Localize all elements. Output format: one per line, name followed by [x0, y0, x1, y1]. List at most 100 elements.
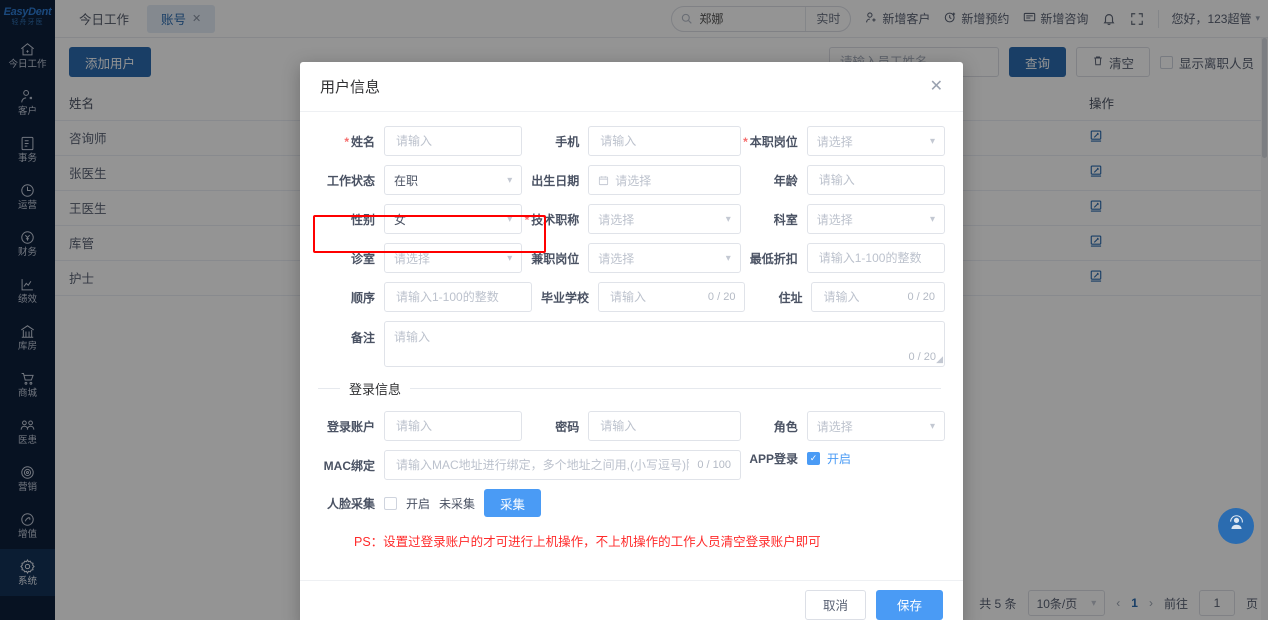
form-row-3: 性别 女 ▾ * 技术职称 请选择 ▾ 科室 请选择 ▾ [318, 204, 945, 234]
work-status-select[interactable]: 在职 ▾ [384, 165, 523, 195]
calendar-icon [598, 175, 609, 186]
field-phone-label: 手机 [555, 134, 580, 149]
cancel-button[interactable]: 取消 [804, 589, 866, 620]
phone-input[interactable] [598, 127, 731, 155]
field-role-label: 角色 [773, 419, 798, 434]
form-row-4: 诊室 请选择 ▾ 兼职岗位 请选择 ▾ 最低折扣 [318, 243, 945, 273]
chevron-down-icon: ▾ [725, 252, 731, 264]
section-line-right [410, 388, 941, 389]
address-counter: 0 / 20 [907, 291, 935, 303]
field-school-label: 毕业学校 [540, 290, 589, 305]
login-account-input-wrap[interactable] [384, 411, 523, 441]
field-part-post: 兼职岗位 请选择 ▾ [522, 243, 741, 273]
field-role: 角色 请选择 ▾ [741, 411, 945, 441]
school-counter: 0 / 20 [707, 291, 736, 303]
name-input[interactable] [394, 127, 513, 155]
support-agent-icon [1227, 514, 1246, 538]
modal-header: 用户信息 ✕ [300, 62, 963, 112]
field-password-label: 密码 [555, 419, 580, 434]
chevron-down-icon: ▾ [929, 213, 935, 225]
login-section-title: 登录信息 [349, 382, 402, 397]
field-face-label: 人脸采集 [326, 496, 375, 511]
gender-select[interactable]: 女 ▾ [384, 204, 523, 234]
section-line-left [318, 388, 340, 389]
face-enable-checkbox[interactable] [384, 496, 397, 510]
name-input-wrap[interactable] [384, 126, 523, 156]
field-name: * 姓名 [318, 126, 523, 156]
field-clinic-room-label: 诊室 [350, 251, 375, 266]
save-button[interactable]: 保存 [875, 589, 943, 620]
app-login-toggle[interactable]: ✓ 开启 [807, 450, 851, 467]
field-main-post: * 本职岗位 请选择 ▾ [741, 126, 945, 156]
required-mark: * [344, 134, 349, 149]
birthday-picker[interactable]: 请选择 [588, 165, 741, 195]
field-app-login-label: APP登录 [749, 452, 798, 466]
field-main-post-label: * 本职岗位 [743, 134, 798, 149]
app-root: EasyDent 轻舟牙医 今日工作 客户 事务 运营 财务 绩效 库房 商城 医患 营销 增值 系统… [0, 0, 1268, 620]
field-school: 毕业学校 0 / 20 [532, 282, 746, 312]
department-select[interactable]: 请选择 ▾ [806, 204, 945, 234]
login-section-header: 登录信息 [318, 379, 945, 398]
remark-placeholder: 请输入 [394, 330, 431, 344]
field-address: 住址 0 / 20 [745, 282, 945, 312]
field-birthday-label: 出生日期 [531, 173, 580, 188]
field-tech-title-label: * 技术职称 [524, 212, 580, 227]
mac-input-wrap[interactable]: 0 / 100 [384, 450, 741, 480]
checkbox-checked-icon: ✓ [807, 452, 820, 465]
modal-body: *姓名 手机 *本职岗位 请选择 ▾ 工作状态 在职 ▾ [300, 112, 963, 580]
part-post-select[interactable]: 请选择 ▾ [588, 243, 741, 273]
password-input[interactable] [598, 412, 731, 440]
form-row-5: 顺序 毕业学校 0 / 20 住址 0 / 20 [318, 282, 945, 312]
address-input-wrap[interactable]: 0 / 20 [811, 282, 945, 312]
tech-title-placeholder: 请选择 [598, 212, 635, 227]
chevron-down-icon: ▾ [929, 420, 935, 432]
form-row-2: 工作状态 在职 ▾ 出生日期 请选择 年龄 [318, 165, 945, 195]
phone-input-wrap[interactable] [588, 126, 741, 156]
field-password: 密码 [522, 411, 741, 441]
form-row-login: 登录账户 密码 角色 请选择 ▾ [318, 411, 945, 441]
field-name-label: * 姓名 [344, 134, 375, 149]
face-options: 开启 未采集 采集 [384, 489, 542, 517]
face-collect-button[interactable]: 采集 [484, 489, 542, 517]
field-gender: 性别 女 ▾ [318, 204, 523, 234]
school-input-wrap[interactable]: 0 / 20 [598, 282, 746, 312]
field-mac: MAC绑定 0 / 100 [318, 450, 741, 480]
password-input-wrap[interactable] [588, 411, 741, 441]
resize-grip-icon[interactable]: ◢ [936, 354, 943, 365]
main-post-placeholder: 请选择 [816, 134, 853, 149]
birthday-placeholder: 请选择 [615, 173, 652, 188]
field-work-status: 工作状态 在职 ▾ [318, 165, 523, 195]
min-discount-input[interactable] [816, 244, 935, 272]
field-order: 顺序 [318, 282, 532, 312]
age-input[interactable] [816, 166, 935, 194]
modal-title: 用户信息 [320, 79, 381, 96]
clinic-room-select[interactable]: 请选择 ▾ [384, 243, 523, 273]
app-login-toggle-label: 开启 [827, 452, 852, 466]
school-input[interactable] [608, 283, 702, 311]
tech-title-select[interactable]: 请选择 ▾ [588, 204, 741, 234]
field-clinic-room: 诊室 请选择 ▾ [318, 243, 523, 273]
field-department-label: 科室 [773, 212, 798, 227]
form-row-face: 人脸采集 开启 未采集 采集 [318, 489, 945, 517]
order-input[interactable] [394, 283, 522, 311]
close-icon[interactable]: ✕ [930, 78, 943, 95]
field-login-account-label: 登录账户 [326, 419, 375, 434]
chevron-down-icon: ▾ [507, 252, 513, 264]
support-fab-button[interactable] [1218, 508, 1254, 544]
main-post-select[interactable]: 请选择 ▾ [806, 126, 945, 156]
field-gender-label: 性别 [350, 212, 375, 227]
user-info-modal: 用户信息 ✕ *姓名 手机 *本职岗位 请选择 ▾ [300, 62, 963, 620]
address-input[interactable] [821, 283, 902, 311]
mac-input[interactable] [394, 451, 692, 479]
ps-note: PS：设置过登录账户的才可进行上机操作，不上机操作的工作人员清空登录账户即可 [354, 535, 821, 549]
clinic-room-placeholder: 请选择 [394, 251, 431, 266]
min-discount-input-wrap[interactable] [806, 243, 945, 273]
login-account-input[interactable] [394, 412, 513, 440]
chevron-down-icon: ▾ [725, 213, 731, 225]
role-select[interactable]: 请选择 ▾ [806, 411, 945, 441]
age-input-wrap[interactable] [806, 165, 945, 195]
face-status: 未采集 [439, 496, 476, 511]
field-app-login: APP登录 ✓ 开启 [741, 450, 945, 467]
order-input-wrap[interactable] [384, 282, 532, 312]
remark-textarea[interactable]: 请输入 0 / 20 ◢ [384, 321, 945, 367]
